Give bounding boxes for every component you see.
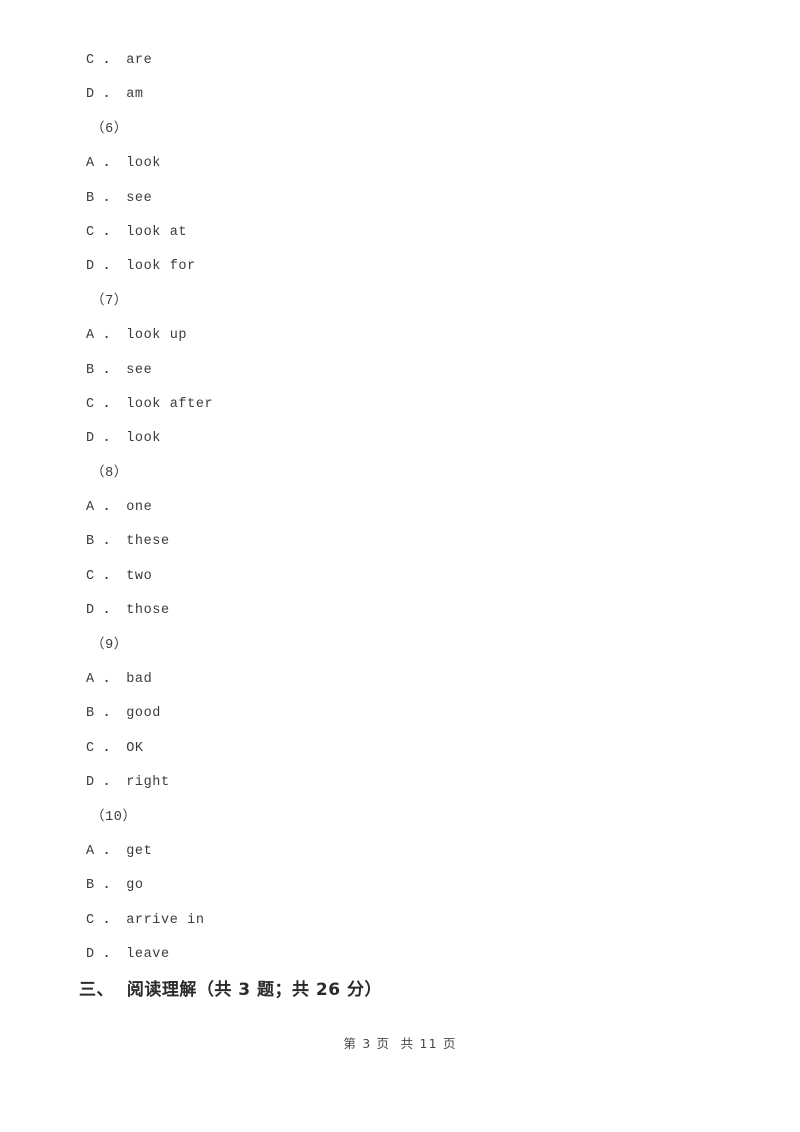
question-options-list: C ． are D ． am （6） A ． look B ． see C ． look … <box>86 44 746 973</box>
answer-option: B ． go <box>86 878 144 894</box>
answer-option: D ． right <box>86 775 170 791</box>
question-number: （9） <box>91 637 128 653</box>
answer-option: D ． look for <box>86 259 196 275</box>
answer-option: C ． two <box>86 568 153 584</box>
answer-option: B ． see <box>86 190 153 206</box>
answer-option: A ． one <box>86 500 153 516</box>
answer-option: C ． OK <box>86 740 144 756</box>
answer-option: A ． get <box>86 843 153 859</box>
question-number: （8） <box>91 465 128 481</box>
answer-option: C ． arrive in <box>86 912 205 928</box>
answer-option: C ． look at <box>86 224 188 240</box>
answer-option: A ． look <box>86 156 162 172</box>
answer-option: B ． these <box>86 534 170 550</box>
answer-option: D ． leave <box>86 947 170 963</box>
answer-option: C ． look after <box>86 396 214 412</box>
answer-option: C ． are <box>86 53 153 68</box>
answer-option: B ． see <box>86 362 153 378</box>
answer-option: A ． bad <box>86 672 153 688</box>
question-number: （6） <box>91 121 128 137</box>
page-footer: 第 3 页 共 11 页 <box>343 1036 457 1051</box>
question-number: （7） <box>91 293 128 309</box>
answer-option: D ． those <box>86 603 170 619</box>
answer-option: D ． look <box>86 431 162 447</box>
answer-option: B ． good <box>86 706 162 722</box>
section-heading-reading-comprehension: 三、 阅读理解（共 3 题；共 26 分） <box>79 980 382 1000</box>
answer-option: A ． look up <box>86 328 188 344</box>
answer-option: D ． am <box>86 87 144 103</box>
question-number: （10） <box>91 809 137 825</box>
document-page: C ． are D ． am （6） A ． look B ． see C ． look … <box>0 0 800 1132</box>
